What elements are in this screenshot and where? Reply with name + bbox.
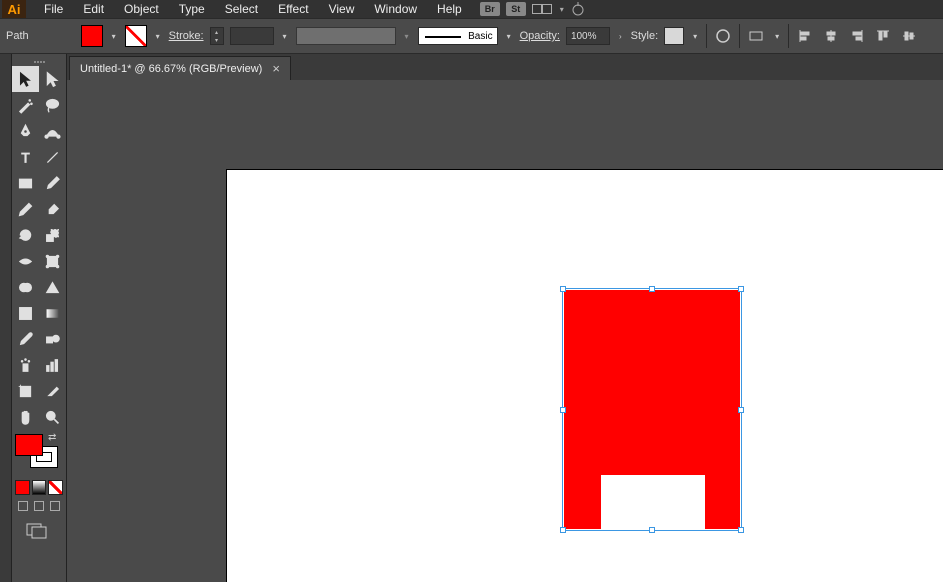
- stroke-label[interactable]: Stroke:: [169, 30, 204, 42]
- selection-type-label: Path: [6, 30, 29, 42]
- width-tool[interactable]: [12, 248, 39, 274]
- fill-color-swatch[interactable]: [81, 25, 103, 47]
- align-left-icon[interactable]: [795, 26, 815, 46]
- color-mode-none[interactable]: [48, 480, 63, 495]
- handle-bottom-center[interactable]: [649, 527, 655, 533]
- menu-window[interactable]: Window: [364, 0, 427, 18]
- chevron-down-icon[interactable]: ▾: [560, 5, 564, 14]
- screen-mode-icon[interactable]: [26, 523, 48, 539]
- blend-tool[interactable]: [39, 326, 66, 352]
- tab-title: Untitled-1* @ 66.67% (RGB/Preview): [80, 63, 262, 75]
- mesh-tool[interactable]: [12, 300, 39, 326]
- pencil-tool[interactable]: [12, 196, 39, 222]
- red-path-top[interactable]: [564, 290, 740, 475]
- curvature-tool[interactable]: [39, 118, 66, 144]
- control-bar: Path ▾ ▾ Stroke: ▴▾ ▾ ▾ Basic ▾ Opacity:…: [0, 18, 943, 54]
- pen-tool[interactable]: [12, 118, 39, 144]
- stroke-weight-stepper[interactable]: ▴▾: [210, 27, 224, 45]
- lasso-tool[interactable]: [39, 92, 66, 118]
- free-transform-tool[interactable]: [39, 248, 66, 274]
- slice-tool[interactable]: [39, 378, 66, 404]
- bridge-badge[interactable]: Br: [480, 2, 500, 16]
- magic-wand-tool[interactable]: [12, 92, 39, 118]
- draw-inside-icon[interactable]: [50, 501, 60, 511]
- align-top-icon[interactable]: [873, 26, 893, 46]
- draw-behind-icon[interactable]: [34, 501, 44, 511]
- canvas[interactable]: [67, 80, 943, 582]
- tools-grip[interactable]: [12, 58, 66, 66]
- gradient-tool[interactable]: [39, 300, 66, 326]
- graphic-style-swatch[interactable]: [664, 27, 684, 45]
- align-right-icon[interactable]: [847, 26, 867, 46]
- swap-colors-icon[interactable]: ⇄: [48, 432, 56, 443]
- align-chevron-icon[interactable]: ▾: [772, 32, 782, 41]
- color-mode-gradient[interactable]: [32, 480, 47, 495]
- brush-definition[interactable]: Basic: [418, 27, 498, 45]
- opacity-label[interactable]: Opacity:: [520, 30, 560, 42]
- type-tool[interactable]: T: [12, 144, 39, 170]
- red-path-left-leg[interactable]: [564, 475, 601, 529]
- style-chevron-icon[interactable]: ▾: [690, 32, 700, 41]
- align-vcenter-icon[interactable]: [899, 26, 919, 46]
- menu-select[interactable]: Select: [215, 0, 268, 18]
- stock-badge[interactable]: St: [506, 2, 526, 16]
- menu-help[interactable]: Help: [427, 0, 472, 18]
- fill-stroke-picker[interactable]: ⇄: [12, 430, 66, 478]
- scale-tool[interactable]: [39, 222, 66, 248]
- symbol-sprayer-tool[interactable]: [12, 352, 39, 378]
- direct-selection-tool[interactable]: [39, 66, 66, 92]
- fill-dropdown-icon[interactable]: ▾: [109, 32, 119, 41]
- zoom-tool[interactable]: [39, 404, 66, 430]
- menu-view[interactable]: View: [319, 0, 365, 18]
- recolor-icon[interactable]: [713, 26, 733, 46]
- close-tab-icon[interactable]: ×: [272, 61, 280, 76]
- gpu-icon[interactable]: [570, 2, 586, 16]
- menu-edit[interactable]: Edit: [73, 0, 114, 18]
- rectangle-tool[interactable]: [12, 170, 39, 196]
- style-label: Style:: [631, 30, 659, 42]
- menu-effect[interactable]: Effect: [268, 0, 318, 18]
- color-mode-solid[interactable]: [15, 480, 30, 495]
- align-hcenter-icon[interactable]: [821, 26, 841, 46]
- menu-object[interactable]: Object: [114, 0, 169, 18]
- perspective-grid-tool[interactable]: [39, 274, 66, 300]
- line-tool[interactable]: [39, 144, 66, 170]
- app-logo: Ai: [2, 0, 26, 18]
- hand-tool[interactable]: [12, 404, 39, 430]
- opacity-field[interactable]: 100%: [566, 27, 610, 45]
- artboard-tool[interactable]: [12, 378, 39, 404]
- menu-bar: Ai File Edit Object Type Select Effect V…: [0, 0, 943, 18]
- eyedropper-tool[interactable]: [12, 326, 39, 352]
- stroke-style-chevron-icon[interactable]: ▾: [280, 32, 290, 41]
- tools-panel: T: [12, 54, 67, 582]
- document-tab[interactable]: Untitled-1* @ 66.67% (RGB/Preview) ×: [69, 56, 291, 80]
- stroke-dropdown-icon[interactable]: ▾: [153, 32, 163, 41]
- shape-builder-tool[interactable]: [12, 274, 39, 300]
- variable-width-dropdown: [296, 27, 396, 45]
- align-panel-icon[interactable]: [746, 26, 766, 46]
- column-graph-tool[interactable]: [39, 352, 66, 378]
- selection-tool[interactable]: [12, 66, 39, 92]
- tab-strip: Untitled-1* @ 66.67% (RGB/Preview) ×: [67, 54, 943, 80]
- red-path-right-leg[interactable]: [705, 475, 740, 529]
- artboard[interactable]: [227, 170, 943, 582]
- rotate-tool[interactable]: [12, 222, 39, 248]
- eraser-tool[interactable]: [39, 196, 66, 222]
- var-width-chevron-icon: ▾: [402, 32, 412, 41]
- menu-file[interactable]: File: [34, 0, 73, 18]
- svg-text:T: T: [21, 150, 29, 165]
- stroke-style-dropdown[interactable]: [230, 27, 274, 45]
- stroke-color-swatch[interactable]: [125, 25, 147, 47]
- arrange-docs-icon[interactable]: [532, 4, 552, 14]
- paintbrush-tool[interactable]: [39, 170, 66, 196]
- menu-type[interactable]: Type: [169, 0, 215, 18]
- brush-chevron-icon[interactable]: ▾: [504, 32, 514, 41]
- fill-box[interactable]: [15, 434, 43, 456]
- draw-normal-icon[interactable]: [18, 501, 28, 511]
- panel-collapse-strip[interactable]: [0, 54, 12, 582]
- opacity-chevron-icon[interactable]: ›: [616, 32, 625, 41]
